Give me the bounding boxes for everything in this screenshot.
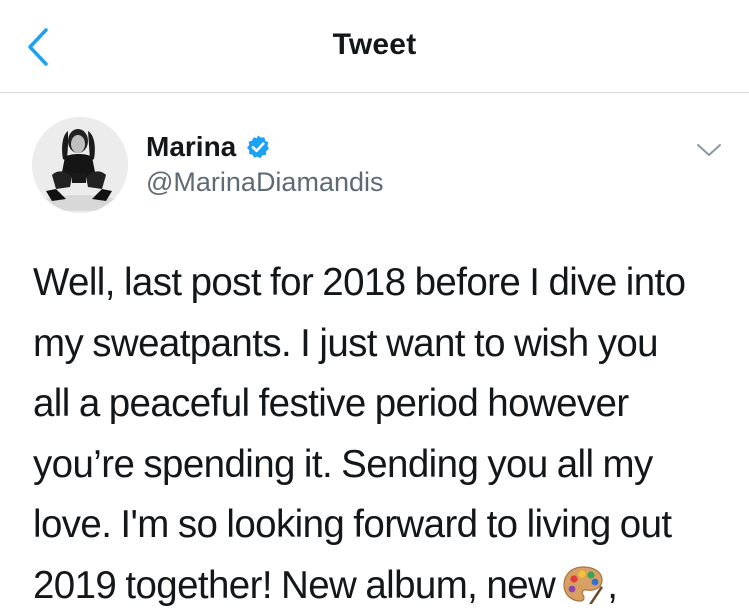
author-row: Marina bbox=[146, 129, 271, 165]
tweet-text-line: you’re spending it. Sending you all my bbox=[33, 435, 733, 496]
tweet-text-punctuation: , bbox=[607, 564, 617, 607]
tweet-text-line: love. I'm so looking forward to living o… bbox=[33, 495, 733, 556]
more-options-button[interactable] bbox=[692, 137, 726, 163]
tweet-text-last-line: 2019 together! New album, new , bbox=[33, 556, 733, 616]
tweet-text-line: Well, last post for 2018 before I dive i… bbox=[33, 253, 733, 314]
display-name[interactable]: Marina bbox=[146, 131, 236, 163]
user-handle[interactable]: @MarinaDiamandis bbox=[146, 167, 384, 198]
page-title: Tweet bbox=[0, 28, 749, 62]
avatar[interactable] bbox=[32, 117, 128, 213]
tweet-detail: Marina @MarinaDiamandis Well, last post … bbox=[0, 93, 749, 612]
chevron-down-icon bbox=[696, 142, 722, 158]
tweet-text-line: 2019 together! New album, new bbox=[33, 564, 555, 607]
verified-badge-icon bbox=[245, 134, 271, 160]
avatar-photo bbox=[32, 117, 128, 213]
nav-bar: Tweet bbox=[0, 0, 749, 93]
tweet-text-line: all a peaceful festive period however bbox=[33, 374, 733, 435]
tweet-text-line: my sweatpants. I just want to wish you bbox=[33, 314, 733, 375]
tweet-text: Well, last post for 2018 before I dive i… bbox=[33, 253, 733, 616]
artist-palette-emoji-icon bbox=[561, 564, 605, 604]
